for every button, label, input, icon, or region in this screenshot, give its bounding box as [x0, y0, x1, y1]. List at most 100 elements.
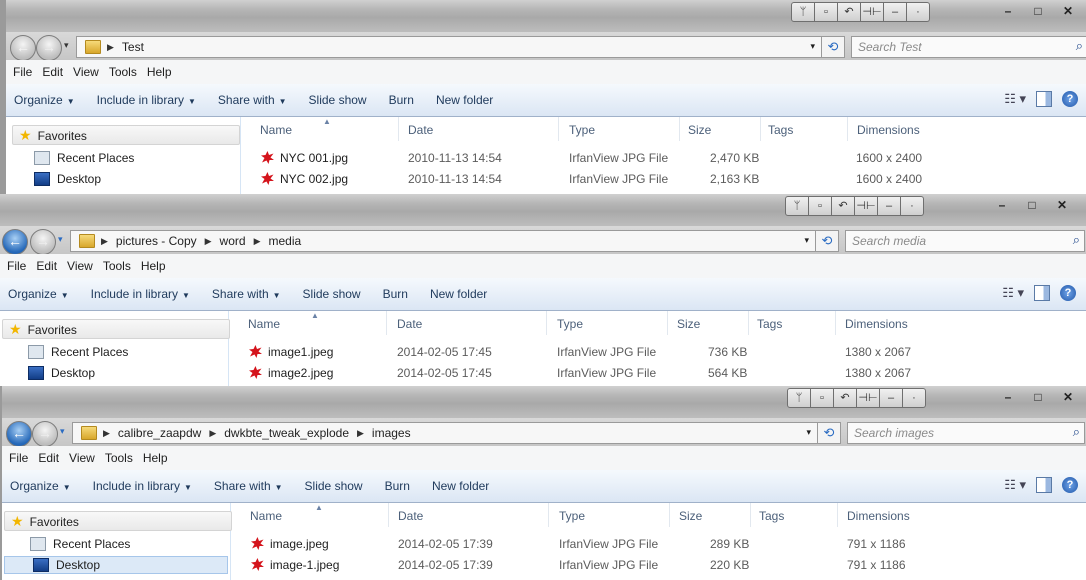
address-bar[interactable]: ▶ pictures - Copy ▶ word ▶ media ▾ — [70, 230, 816, 252]
split-icon[interactable]: ⊣⊢ — [857, 388, 880, 408]
column-divider[interactable] — [386, 311, 387, 335]
column-divider[interactable] — [669, 503, 670, 527]
refresh-button[interactable]: ⟲ — [817, 422, 841, 444]
refresh-button[interactable]: ⟲ — [821, 36, 845, 58]
menu-tools[interactable]: Tools — [103, 259, 131, 273]
forward-button[interactable]: → — [30, 229, 56, 255]
preview-pane-icon[interactable] — [1036, 91, 1052, 107]
burn-button[interactable]: Burn — [383, 287, 408, 301]
column-dimensions[interactable]: Dimensions — [847, 509, 910, 523]
menu-tools[interactable]: Tools — [105, 451, 133, 465]
burn-button[interactable]: Burn — [389, 93, 414, 107]
menu-view[interactable]: View — [73, 65, 99, 79]
close-button[interactable]: ✕ — [1048, 196, 1076, 214]
breadcrumb-separator[interactable]: ▶ — [254, 236, 261, 247]
column-divider[interactable] — [546, 311, 547, 335]
column-name[interactable]: Name — [260, 123, 292, 137]
split-icon[interactable]: ⊣⊢ — [855, 196, 878, 216]
column-type[interactable]: Type — [557, 317, 583, 331]
search-input[interactable]: Search media ⌕ — [845, 230, 1085, 252]
close-button[interactable]: ✕ — [1054, 388, 1082, 406]
share-with-button[interactable]: Share with ▼ — [214, 479, 283, 493]
new-folder-button[interactable]: New folder — [430, 287, 487, 301]
nav-item-recent-places[interactable]: Recent Places — [34, 149, 134, 167]
column-dimensions[interactable]: Dimensions — [845, 317, 908, 331]
restore-small-icon[interactable]: ▫ — [815, 2, 838, 22]
breadcrumb-item[interactable]: pictures - Copy — [116, 234, 197, 248]
breadcrumb-item[interactable]: dwkbte_tweak_explode — [224, 426, 349, 440]
slide-show-button[interactable]: Slide show — [303, 287, 361, 301]
recent-pages-dropdown[interactable]: ▾ — [58, 234, 63, 245]
column-divider[interactable] — [847, 117, 848, 141]
nav-item-recent-places[interactable]: Recent Places — [30, 535, 130, 553]
column-name[interactable]: Name — [250, 509, 282, 523]
maximize-button[interactable]: □ — [1024, 388, 1052, 406]
minimize-button[interactable]: – — [994, 2, 1022, 20]
pin-icon[interactable]: ᛘ — [787, 388, 811, 408]
menu-view[interactable]: View — [67, 259, 93, 273]
include-in-library-button[interactable]: Include in library ▼ — [93, 479, 192, 493]
column-date[interactable]: Date — [408, 123, 433, 137]
title-bar[interactable]: ᛘ ▫ ↶ ⊣⊢ – · – □ ✕ — [2, 386, 1086, 418]
column-tags[interactable]: Tags — [768, 123, 793, 137]
new-folder-button[interactable]: New folder — [432, 479, 489, 493]
breadcrumb-separator[interactable]: ▶ — [107, 42, 114, 53]
breadcrumb-item[interactable]: word — [220, 234, 246, 248]
file-row[interactable]: image.jpeg 2014-02-05 17:39 IrfanView JP… — [232, 534, 1086, 555]
organize-button[interactable]: Organize ▼ — [14, 93, 75, 107]
undo-icon[interactable]: ↶ — [838, 2, 861, 22]
menu-help[interactable]: Help — [143, 451, 168, 465]
breadcrumb-separator[interactable]: ▶ — [357, 428, 364, 439]
breadcrumb-separator[interactable]: ▶ — [103, 428, 110, 439]
restore-small-icon[interactable]: ▫ — [811, 388, 834, 408]
menu-edit[interactable]: Edit — [36, 259, 57, 273]
column-size[interactable]: Size — [677, 317, 700, 331]
organize-button[interactable]: Organize ▼ — [8, 287, 69, 301]
search-icon[interactable]: ⌕ — [1076, 38, 1083, 54]
breadcrumb-item[interactable]: media — [268, 234, 301, 248]
column-name[interactable]: Name — [248, 317, 280, 331]
search-input[interactable]: Search Test ⌕ — [851, 36, 1086, 58]
menu-edit[interactable]: Edit — [38, 451, 59, 465]
minus-icon[interactable]: – — [880, 388, 903, 408]
breadcrumb-separator[interactable]: ▶ — [101, 236, 108, 247]
column-type[interactable]: Type — [569, 123, 595, 137]
search-icon[interactable]: ⌕ — [1073, 232, 1080, 248]
column-tags[interactable]: Tags — [757, 317, 782, 331]
favorites-header[interactable]: ★ Favorites — [4, 511, 232, 531]
refresh-button[interactable]: ⟲ — [815, 230, 839, 252]
search-icon[interactable]: ⌕ — [1073, 424, 1080, 440]
organize-button[interactable]: Organize ▼ — [10, 479, 71, 493]
include-in-library-button[interactable]: Include in library ▼ — [91, 287, 190, 301]
column-divider[interactable] — [398, 117, 399, 141]
favorites-header[interactable]: ★ Favorites — [2, 319, 230, 339]
address-dropdown-icon[interactable]: ▾ — [806, 427, 811, 438]
menu-file[interactable]: File — [7, 259, 26, 273]
minus-icon[interactable]: – — [878, 196, 901, 216]
column-divider[interactable] — [835, 311, 836, 335]
dot-icon[interactable]: · — [901, 196, 924, 216]
favorites-header[interactable]: ★ Favorites — [12, 125, 240, 145]
breadcrumb-item[interactable]: calibre_zaapdw — [118, 426, 201, 440]
address-bar[interactable]: ▶ calibre_zaapdw ▶ dwkbte_tweak_explode … — [72, 422, 818, 444]
breadcrumb-item[interactable]: Test — [122, 40, 144, 54]
views-icon[interactable]: ☷ ▾ — [1004, 91, 1026, 107]
file-row[interactable]: image1.jpeg 2014-02-05 17:45 IrfanView J… — [230, 342, 1086, 363]
column-size[interactable]: Size — [688, 123, 711, 137]
column-divider[interactable] — [679, 117, 680, 141]
views-icon[interactable]: ☷ ▾ — [1004, 477, 1026, 493]
address-bar[interactable]: ▶ Test ▾ — [76, 36, 822, 58]
search-input[interactable]: Search images ⌕ — [847, 422, 1085, 444]
share-with-button[interactable]: Share with ▼ — [212, 287, 281, 301]
nav-item-desktop[interactable]: Desktop — [34, 170, 101, 188]
menu-view[interactable]: View — [69, 451, 95, 465]
recent-pages-dropdown[interactable]: ▾ — [64, 40, 69, 51]
back-button[interactable]: ← — [10, 35, 36, 61]
menu-help[interactable]: Help — [147, 65, 172, 79]
preview-pane-icon[interactable] — [1036, 477, 1052, 493]
column-type[interactable]: Type — [559, 509, 585, 523]
nav-item-desktop[interactable]: Desktop — [28, 364, 95, 382]
include-in-library-button[interactable]: Include in library ▼ — [97, 93, 196, 107]
slide-show-button[interactable]: Slide show — [309, 93, 367, 107]
column-divider[interactable] — [760, 117, 761, 141]
